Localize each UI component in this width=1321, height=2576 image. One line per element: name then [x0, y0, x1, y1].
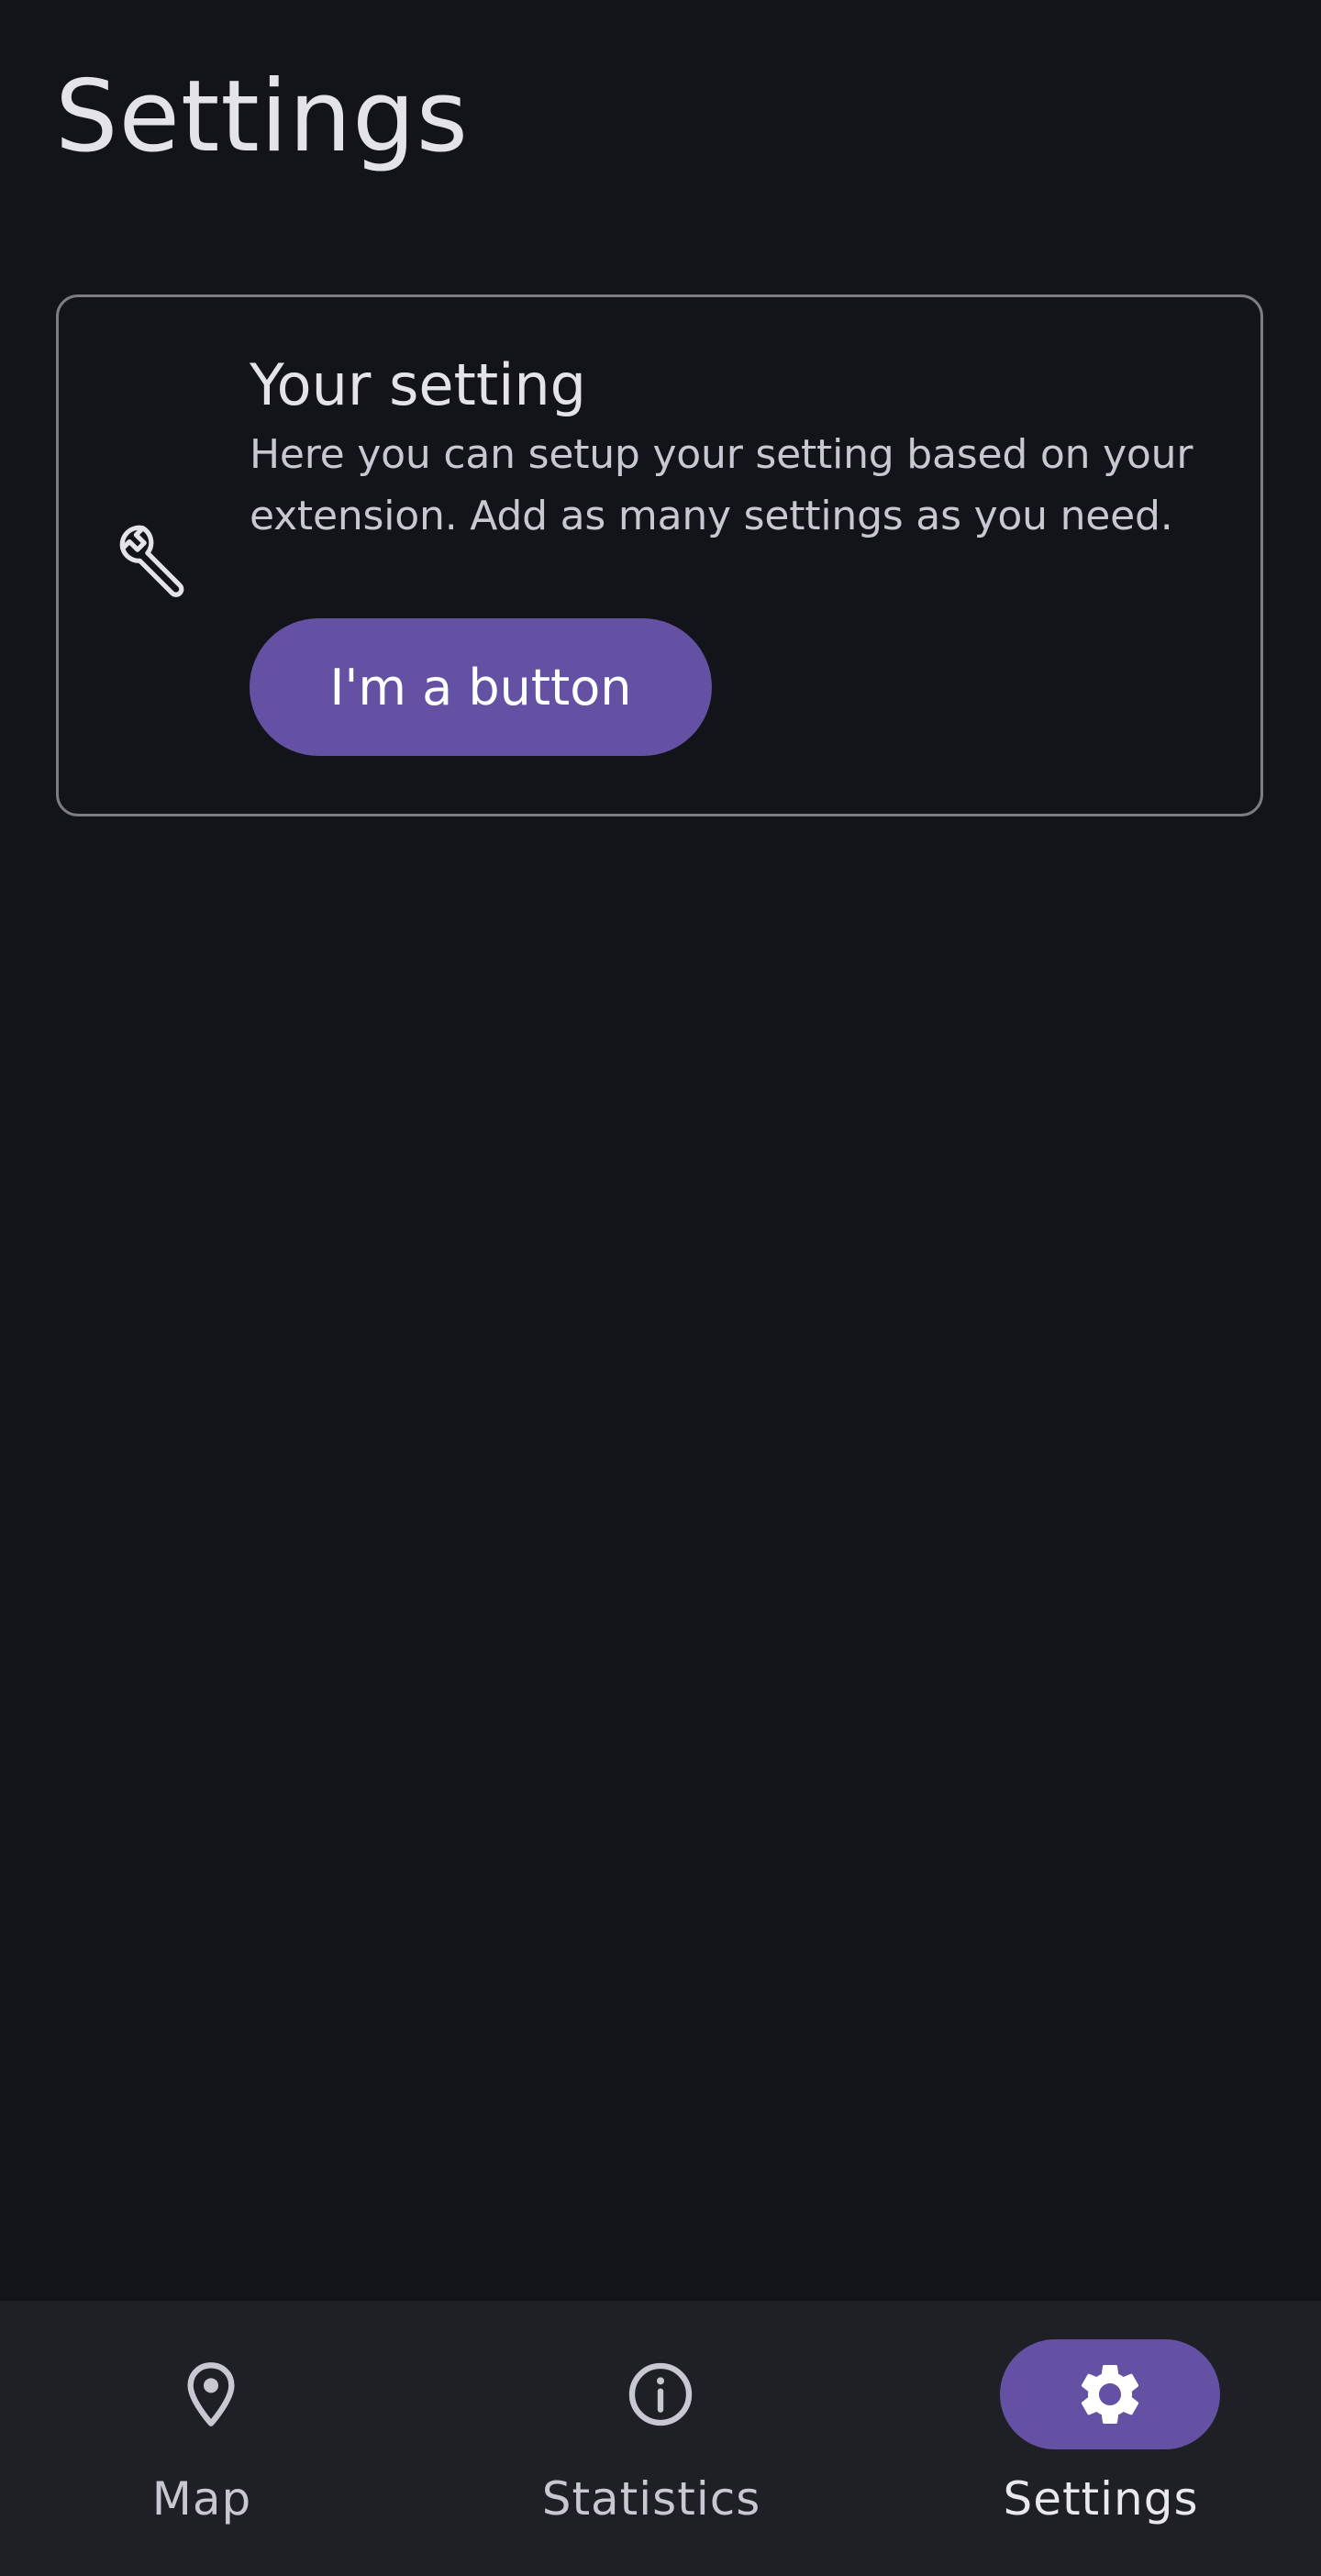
nav-label-map: Map: [151, 2472, 252, 2526]
info-icon: [624, 2358, 697, 2431]
nav-label-statistics: Statistics: [541, 2472, 761, 2526]
map-pin-icon: [174, 2358, 248, 2431]
wrench-icon: [112, 517, 193, 598]
page-title: Settings: [55, 60, 469, 174]
setting-description: Here you can setup your setting based on…: [250, 431, 1193, 539]
nav-item-settings[interactable]: Settings: [881, 2301, 1321, 2576]
nav-label-settings: Settings: [1003, 2472, 1199, 2526]
setting-card: Your setting Here you can setup your set…: [56, 294, 1263, 816]
gear-icon: [1073, 2358, 1147, 2431]
nav-item-statistics[interactable]: Statistics: [440, 2301, 881, 2576]
bottom-navigation: Map Statistics Settings: [0, 2301, 1321, 2576]
setting-action-button[interactable]: I'm a button: [250, 618, 712, 756]
nav-item-map[interactable]: Map: [0, 2301, 440, 2576]
setting-title: Your setting: [250, 351, 587, 418]
